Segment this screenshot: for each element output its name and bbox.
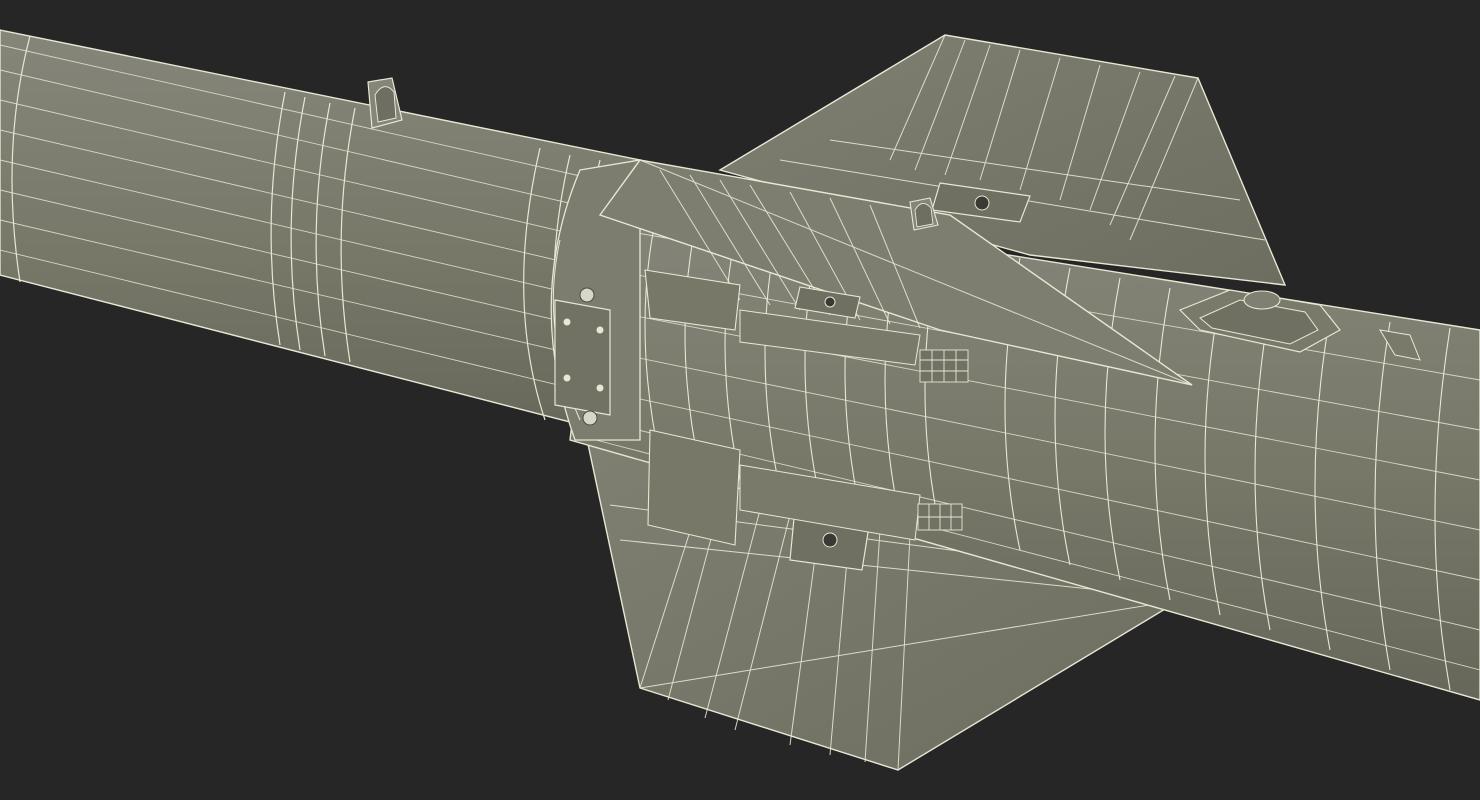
render-viewport [0,0,1480,800]
bolt-icon [579,287,595,303]
access-panel [554,287,611,426]
bolt-icon [563,318,571,326]
bolt-icon [974,195,990,211]
bolt-icon [596,326,604,334]
lug-icon [914,203,934,228]
bolt-icon [822,532,838,548]
bolt-icon [563,374,571,382]
lug-icon [374,86,397,123]
bolt-icon [596,384,604,392]
bolt-icon [1243,290,1281,310]
bolt-icon [582,410,598,426]
bolt-icon [824,296,836,308]
missile-render [0,0,1480,800]
